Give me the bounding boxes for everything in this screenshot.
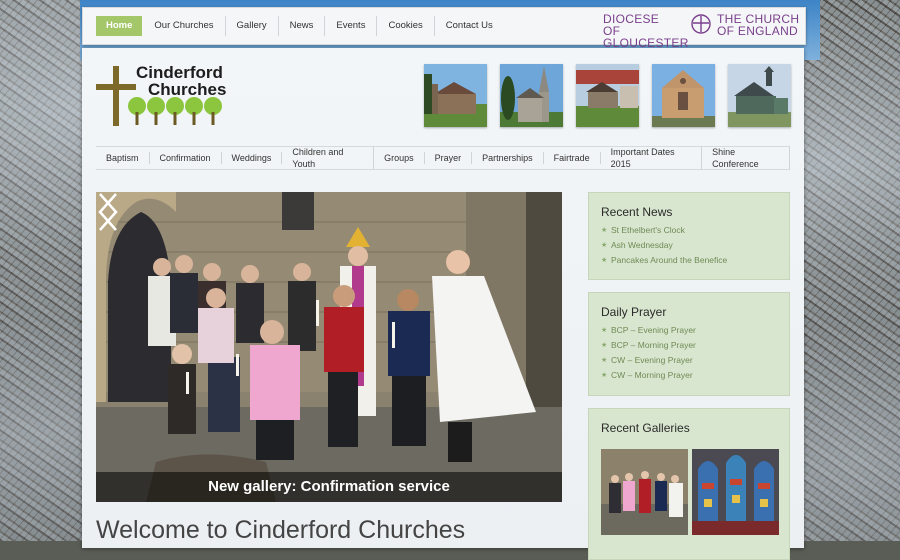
news-item-ash-wednesday[interactable]: Ash Wednesday <box>601 238 777 253</box>
church-thumbnail-2[interactable] <box>500 64 563 127</box>
slider-next-arrow-icon[interactable] <box>96 192 120 232</box>
slider-caption[interactable]: New gallery: Confirmation service <box>96 472 562 502</box>
recent-news-title: Recent News <box>601 205 673 219</box>
topnav-home[interactable]: Home <box>96 16 143 36</box>
mainnav-important-dates[interactable]: Important Dates 2015 <box>601 146 703 170</box>
gallery-thumbnail-confirmation[interactable] <box>601 449 688 535</box>
main-navigation: Baptism Confirmation Weddings Children a… <box>96 146 790 170</box>
church-thumbnail-4[interactable] <box>652 64 715 127</box>
mainnav-confirmation[interactable]: Confirmation <box>150 152 222 164</box>
mainnav-weddings[interactable]: Weddings <box>222 152 283 164</box>
topnav-cookies[interactable]: Cookies <box>377 16 435 36</box>
mainnav-baptism[interactable]: Baptism <box>96 152 150 164</box>
logo-wordmark: Cinderford Churches <box>136 64 226 98</box>
recent-news-widget: Recent News St Ethelbert's Clock Ash Wed… <box>588 192 790 280</box>
mainnav-shine-conference[interactable]: Shine Conference <box>702 146 790 170</box>
topnav-events[interactable]: Events <box>325 16 378 36</box>
mainnav-prayer[interactable]: Prayer <box>425 152 473 164</box>
recent-galleries-title: Recent Galleries <box>601 421 690 435</box>
top-bar: Home Our Churches Gallery News Events Co… <box>82 7 806 49</box>
mainnav-groups[interactable]: Groups <box>374 152 425 164</box>
prayer-item-cw-morning[interactable]: CW – Morning Prayer <box>601 368 777 383</box>
topnav-our-churches[interactable]: Our Churches <box>143 16 226 36</box>
church-thumbnail-1[interactable] <box>424 64 487 127</box>
church-thumbnail-5[interactable] <box>728 64 791 127</box>
daily-prayer-title: Daily Prayer <box>601 305 667 319</box>
news-item-st-ethelberts-clock[interactable]: St Ethelbert's Clock <box>601 223 777 238</box>
church-thumbnails <box>424 64 791 127</box>
logo-line-2: Churches <box>148 80 227 99</box>
diocese-of-gloucester-logo[interactable]: DIOCESE OF GLOUCESTER <box>603 12 688 49</box>
cross-emblem-icon <box>691 14 711 34</box>
daily-prayer-widget: Daily Prayer BCP – Evening Prayer BCP – … <box>588 292 790 396</box>
coe-line-2: OF ENGLAND <box>717 24 799 38</box>
church-thumbnail-3[interactable] <box>576 64 639 127</box>
diocese-line-1: DIOCESE OF <box>603 12 660 38</box>
prayer-item-bcp-morning[interactable]: BCP – Morning Prayer <box>601 338 777 353</box>
logo-line-1: Cinderford <box>136 63 223 82</box>
site-logo[interactable]: Cinderford Churches <box>96 64 226 128</box>
main-panel: Cinderford Churches Baptism Confirmation… <box>82 48 804 560</box>
mainnav-children-and-youth[interactable]: Children and Youth <box>282 146 375 170</box>
mainnav-partnerships[interactable]: Partnerships <box>472 152 544 164</box>
recent-galleries-widget: Recent Galleries <box>588 408 790 560</box>
topnav-contact-us[interactable]: Contact Us <box>435 16 504 36</box>
hero-slider[interactable]: New gallery: Confirmation service <box>96 192 562 502</box>
prayer-item-cw-evening[interactable]: CW – Evening Prayer <box>601 353 777 368</box>
gallery-thumbnail-stained-glass[interactable] <box>692 449 779 535</box>
confirmation-group-photo <box>96 192 562 502</box>
mainnav-fairtrade[interactable]: Fairtrade <box>544 152 601 164</box>
topnav-news[interactable]: News <box>279 16 326 36</box>
topnav-gallery[interactable]: Gallery <box>226 16 279 36</box>
top-navigation: Home Our Churches Gallery News Events Co… <box>96 16 504 36</box>
prayer-item-bcp-evening[interactable]: BCP – Evening Prayer <box>601 323 777 338</box>
gallery-thumbnails <box>601 449 779 535</box>
news-item-pancakes[interactable]: Pancakes Around the Benefice <box>601 253 777 268</box>
